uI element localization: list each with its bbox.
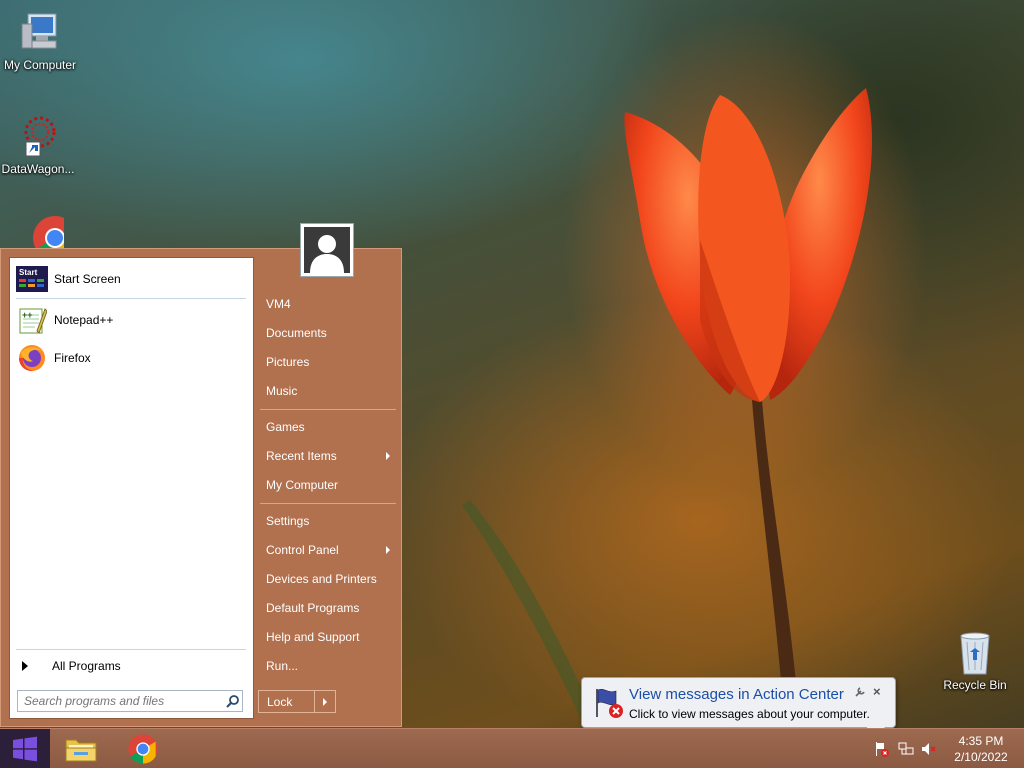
search-input[interactable] xyxy=(18,693,222,709)
start-right-settings[interactable]: Settings xyxy=(258,508,396,534)
svg-text:++: ++ xyxy=(22,310,33,320)
menu-item-label: Settings xyxy=(266,514,310,528)
lock-button: Lock xyxy=(258,690,336,713)
menu-item-label: Help and Support xyxy=(266,630,360,644)
power-options-dropdown[interactable] xyxy=(315,691,335,712)
start-right-control-panel[interactable]: Control Panel xyxy=(258,537,396,563)
start-menu-programs-pane: Start Start Screen ++ Notepad++ Firefox … xyxy=(9,257,254,719)
notepadpp-icon: ++ xyxy=(16,304,48,336)
menu-item-label: Default Programs xyxy=(266,601,360,615)
network-icon[interactable] xyxy=(898,741,914,757)
taskbar-chrome[interactable] xyxy=(119,730,167,767)
desktop-icon-my-computer[interactable]: My Computer xyxy=(0,8,80,72)
menu-item-label: Control Panel xyxy=(266,543,339,557)
program-label: Firefox xyxy=(54,351,91,365)
search-icon[interactable] xyxy=(222,691,242,711)
action-center-tray-icon[interactable] xyxy=(874,741,890,757)
wrench-icon[interactable] xyxy=(854,686,866,698)
submenu-arrow-icon xyxy=(386,452,390,460)
desktop-icon-label: My Computer xyxy=(3,58,77,72)
menu-item-label: Documents xyxy=(266,326,327,340)
start-right-help-support[interactable]: Help and Support xyxy=(258,624,396,650)
svg-text:Start: Start xyxy=(19,268,38,277)
program-firefox[interactable]: Firefox xyxy=(16,340,248,376)
taskbar-clock[interactable]: 4:35 PM 2/10/2022 xyxy=(946,733,1016,765)
folder-icon xyxy=(65,739,97,761)
start-right-games[interactable]: Games xyxy=(258,414,396,440)
volume-muted-icon[interactable] xyxy=(921,741,937,757)
menu-item-label: Devices and Printers xyxy=(266,572,377,586)
program-label: Notepad++ xyxy=(54,313,114,327)
user-account-picture[interactable] xyxy=(300,223,354,277)
menu-item-label: Run... xyxy=(266,659,299,673)
start-right-default-programs[interactable]: Default Programs xyxy=(258,595,396,621)
clock-date: 2/10/2022 xyxy=(954,750,1008,764)
menu-item-label: VM4 xyxy=(266,297,291,311)
start-right-my-computer[interactable]: My Computer xyxy=(258,472,396,498)
all-programs-separator xyxy=(16,649,246,650)
menu-item-label: Recent Items xyxy=(266,449,337,463)
taskbar: 4:35 PM 2/10/2022 xyxy=(0,728,1024,768)
expand-arrow-icon xyxy=(22,661,28,671)
program-start-screen[interactable]: Start Start Screen xyxy=(16,261,248,297)
start-right-music[interactable]: Music xyxy=(258,378,396,404)
desktop-icon-datawagon[interactable]: DataWagon... xyxy=(0,112,78,176)
chevron-right-icon xyxy=(323,697,327,706)
all-programs-button[interactable]: All Programs xyxy=(16,656,248,676)
datawagon-icon xyxy=(14,112,62,160)
chrome-icon xyxy=(128,733,158,764)
lock-button-main[interactable]: Lock xyxy=(259,691,315,712)
start-right-recent-items[interactable]: Recent Items xyxy=(258,443,396,469)
user-avatar-icon xyxy=(304,227,350,273)
all-programs-label: All Programs xyxy=(52,659,121,673)
computer-icon xyxy=(16,8,64,56)
taskbar-file-explorer[interactable] xyxy=(57,730,105,767)
notification-title: View messages in Action Center xyxy=(629,686,844,703)
programs-separator xyxy=(16,298,246,299)
close-icon[interactable]: × xyxy=(873,684,881,699)
start-search-box xyxy=(17,690,243,712)
submenu-arrow-icon xyxy=(386,546,390,554)
windows-logo-icon xyxy=(13,736,37,761)
desktop-icon-label: DataWagon... xyxy=(1,162,75,176)
clock-time: 4:35 PM xyxy=(958,734,1004,748)
start-right-vm4[interactable]: VM4 xyxy=(258,291,396,317)
menu-item-label: Pictures xyxy=(266,355,310,369)
desktop-icon-recycle-bin[interactable]: Recycle Bin xyxy=(935,630,1015,692)
program-label: Start Screen xyxy=(54,272,121,286)
start-screen-icon: Start xyxy=(16,263,48,295)
start-right-run[interactable]: Run... xyxy=(258,653,396,679)
action-center-notification[interactable]: View messages in Action Center Click to … xyxy=(581,677,896,741)
start-right-documents[interactable]: Documents xyxy=(258,320,396,346)
start-button[interactable] xyxy=(0,729,50,768)
start-right-pictures[interactable]: Pictures xyxy=(258,349,396,375)
program-notepadpp[interactable]: ++ Notepad++ xyxy=(16,302,248,338)
notification-body: Click to view messages about your comput… xyxy=(629,707,870,721)
menu-item-label: My Computer xyxy=(266,478,339,492)
firefox-icon xyxy=(16,342,48,374)
right-pane-separator xyxy=(260,409,396,410)
lock-label: Lock xyxy=(267,694,293,709)
desktop-icon-label: Recycle Bin xyxy=(943,678,1007,692)
menu-item-label: Games xyxy=(266,420,305,434)
start-right-devices-printers[interactable]: Devices and Printers xyxy=(258,566,396,592)
recycle-bin-icon xyxy=(955,630,995,676)
menu-item-label: Music xyxy=(266,384,298,398)
right-pane-separator xyxy=(260,503,396,504)
action-center-flag-icon xyxy=(592,687,624,719)
